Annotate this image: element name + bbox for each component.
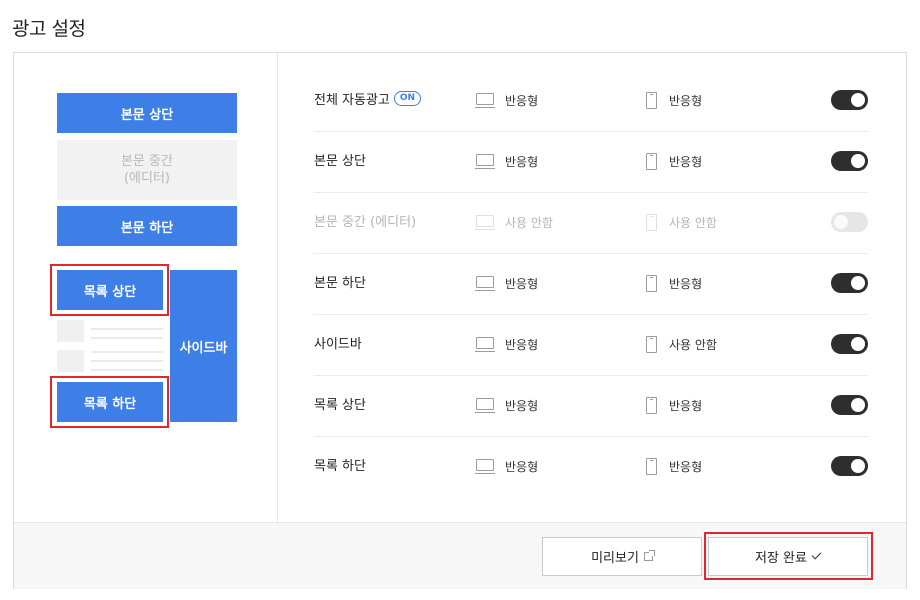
list-line [91,328,163,330]
auto-ads-toggle[interactable] [831,90,868,110]
ad-settings-card: 본문 상단 본문 중간 (에디터) 본문 하단 목록 상단 목록 하단 사이드바… [13,52,907,589]
save-button[interactable]: 저장 완료 [708,537,868,576]
setting-row-auto-ads: 전체 자동광고 ON 반응형 반응형 [314,71,868,132]
pc-ad-type[interactable]: 반응형 [505,132,538,192]
setting-row-list-bottom: 목록 하단 반응형 반응형 [314,437,868,498]
setting-row-list-top: 목록 상단 반응형 반응형 [314,376,868,437]
toggle-knob [851,154,865,168]
mobile-ad-type[interactable]: 반응형 [669,437,702,497]
desktop-icon [475,215,495,230]
preview-body-middle-label: 본문 중간 [121,154,173,169]
mobile-ad-type[interactable]: 사용 안함 [669,193,717,253]
toggle-knob [851,337,865,351]
list-top-toggle[interactable] [831,395,868,415]
list-line [91,369,163,371]
mobile-ad-type[interactable]: 반응형 [669,132,702,192]
list-thumbnail [57,320,84,342]
list-bottom-toggle[interactable] [831,456,868,476]
pc-ad-type[interactable]: 반응형 [505,376,538,436]
desktop-icon [475,154,495,169]
pc-ad-type[interactable]: 사용 안함 [505,193,553,253]
row-label: 본문 상단 [314,154,366,169]
on-badge: ON [393,91,422,106]
preview-button[interactable]: 미리보기 [542,537,702,576]
desktop-icon [475,93,495,108]
body-bottom-toggle[interactable] [831,273,868,293]
sidebar-toggle[interactable] [831,334,868,354]
preview-list-top[interactable]: 목록 상단 [57,270,163,310]
mobile-ad-type[interactable]: 반응형 [669,254,702,314]
mobile-ad-type[interactable]: 반응형 [669,71,702,131]
check-icon [811,549,822,560]
panel-divider [277,53,278,522]
external-link-icon [643,550,655,561]
row-label: 본문 하단 [314,276,366,291]
preview-list-bottom[interactable]: 목록 하단 [57,382,163,422]
mobile-icon [646,275,657,292]
list-line [91,360,163,362]
pc-ad-type[interactable]: 반응형 [505,254,538,314]
list-line [91,351,163,353]
mobile-icon [646,153,657,170]
mobile-icon [646,458,657,475]
preview-body-bottom[interactable]: 본문 하단 [57,206,237,246]
preview-sidebar[interactable]: 사이드바 [170,270,237,422]
desktop-icon [475,398,495,413]
desktop-icon [475,276,495,291]
pc-ad-type[interactable]: 반응형 [505,315,538,375]
toggle-knob [851,276,865,290]
desktop-icon [475,337,495,352]
toggle-knob [834,215,848,229]
setting-row-body-middle: 본문 중간 (에디터) 사용 안함 사용 안함 [314,193,868,254]
preview-button-label: 미리보기 [591,551,639,566]
mobile-ad-type[interactable]: 반응형 [669,376,702,436]
mobile-ad-type[interactable]: 사용 안함 [669,315,717,375]
row-label: 목록 상단 [314,398,366,413]
row-label: 목록 하단 [314,459,366,474]
save-button-label: 저장 완료 [755,551,807,566]
desktop-icon [475,459,495,474]
preview-body-top[interactable]: 본문 상단 [57,93,237,133]
row-label: 본문 중간 (에디터) [314,215,417,230]
page-title: 광고 설정 [12,18,86,40]
body-middle-toggle[interactable] [831,212,868,232]
row-label: 전체 자동광고 [314,93,390,108]
body-top-toggle[interactable] [831,151,868,171]
toggle-knob [851,398,865,412]
preview-body-middle[interactable]: 본문 중간 (에디터) [57,140,237,200]
setting-row-sidebar: 사이드바 반응형 사용 안함 [314,315,868,376]
preview-body-middle-sub: (에디터) [123,171,171,186]
mobile-icon [646,214,657,231]
toggle-knob [851,93,865,107]
pc-ad-type[interactable]: 반응형 [505,437,538,497]
list-thumbnail [57,350,84,372]
setting-row-body-top: 본문 상단 반응형 반응형 [314,132,868,193]
mobile-icon [646,397,657,414]
footer-bar: 미리보기 저장 완료 [14,522,906,589]
toggle-knob [851,459,865,473]
list-line [91,337,163,339]
mobile-icon [646,336,657,353]
setting-row-body-bottom: 본문 하단 반응형 반응형 [314,254,868,315]
row-label: 사이드바 [314,337,362,352]
pc-ad-type[interactable]: 반응형 [505,71,538,131]
mobile-icon [646,92,657,109]
